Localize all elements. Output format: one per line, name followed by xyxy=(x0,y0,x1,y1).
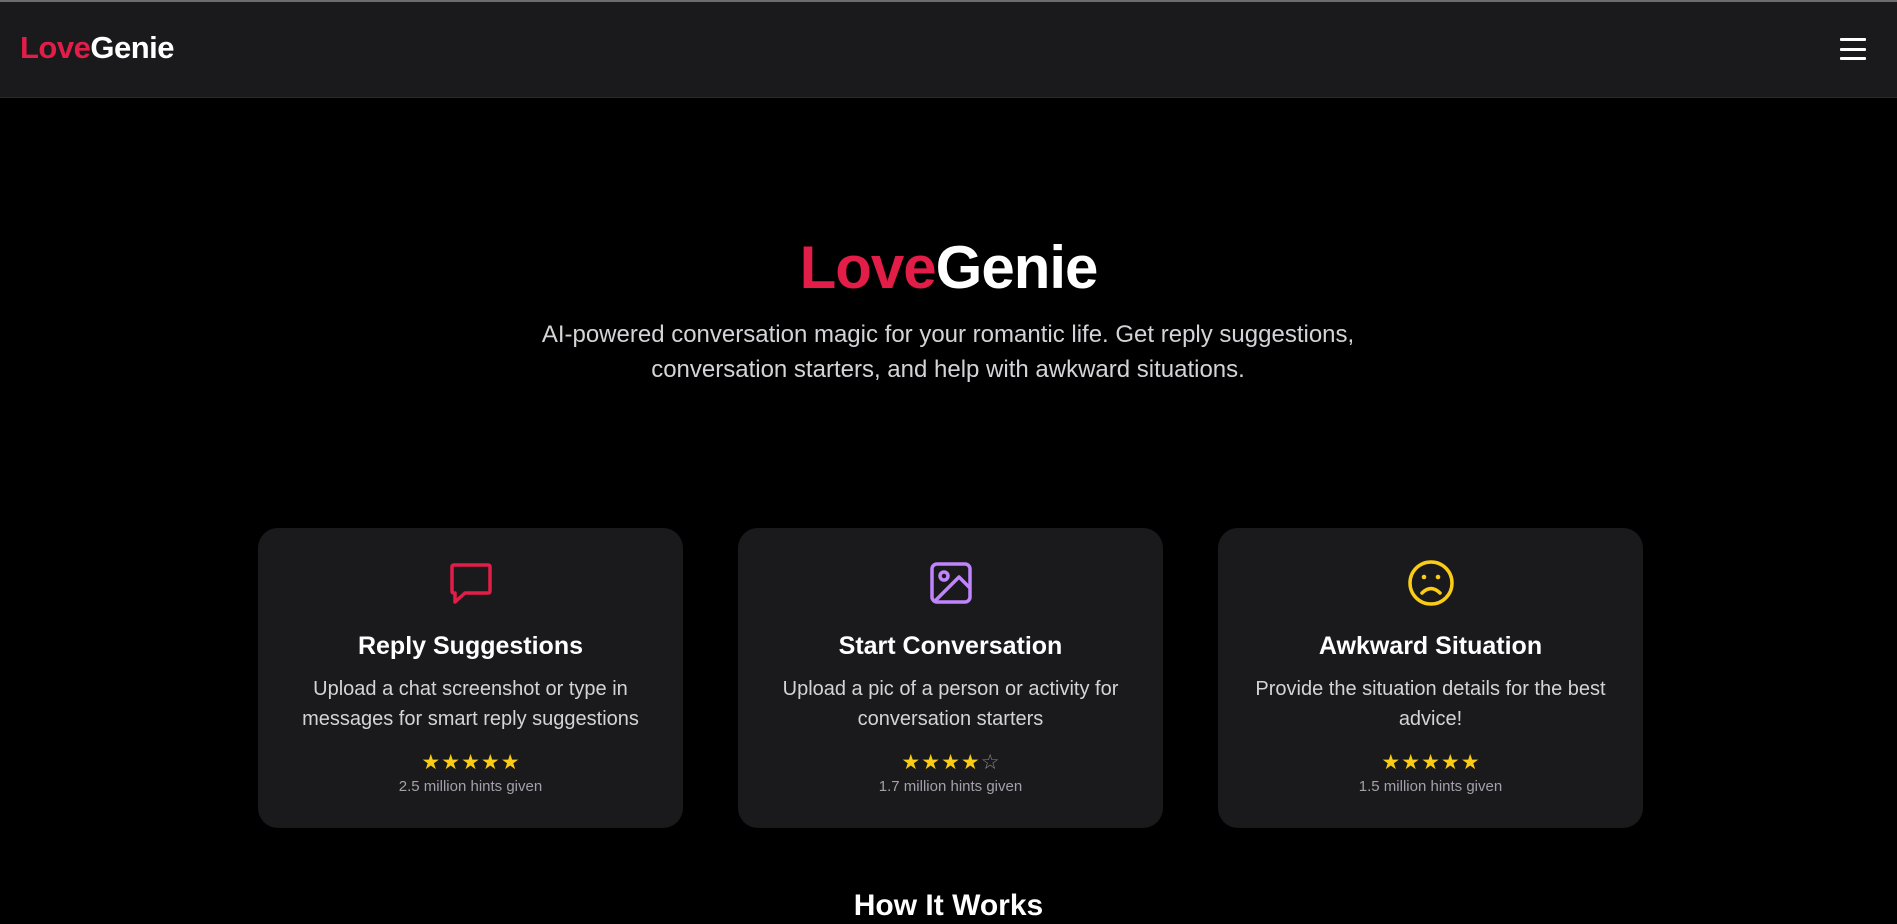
hints-count: 2.5 million hints given xyxy=(398,778,543,795)
star-rating: ★ ★ ★ ★ ★ xyxy=(1218,752,1643,774)
star-filled-icon: ★ xyxy=(1401,751,1421,774)
card-description: Upload a pic of a person or activity for… xyxy=(782,678,1119,730)
star-filled-icon: ★ xyxy=(441,751,461,774)
feature-card-reply-suggestions[interactable]: Reply Suggestions Upload a chat screensh… xyxy=(258,528,683,828)
star-filled-icon: ★ xyxy=(421,751,441,774)
hints-count: 1.5 million hints given xyxy=(1358,778,1503,795)
star-filled-icon: ★ xyxy=(960,751,980,774)
how-it-works-heading: How It Works xyxy=(853,889,1044,922)
card-title: Awkward Situation xyxy=(1318,632,1543,660)
star-filled-icon: ★ xyxy=(901,751,921,774)
hamburger-menu-icon[interactable] xyxy=(1838,34,1868,64)
star-filled-icon: ★ xyxy=(500,751,520,774)
star-filled-icon: ★ xyxy=(1381,751,1401,774)
star-filled-icon: ★ xyxy=(921,751,941,774)
hero-title-love: Love xyxy=(799,234,937,301)
navbar: LoveGenie xyxy=(0,2,1897,98)
star-filled-icon: ★ xyxy=(480,751,500,774)
star-filled-icon: ★ xyxy=(1460,751,1480,774)
star-rating: ★ ★ ★ ★ ☆ xyxy=(738,752,1163,774)
sad-face-icon xyxy=(1408,560,1454,606)
menu-line xyxy=(1840,38,1866,41)
image-icon xyxy=(930,562,972,604)
menu-line xyxy=(1840,47,1866,51)
star-empty-icon: ☆ xyxy=(980,751,1000,774)
hints-count: 1.7 million hints given xyxy=(878,778,1023,795)
logo[interactable]: LoveGenie xyxy=(20,30,175,66)
star-filled-icon: ★ xyxy=(1440,751,1460,774)
logo-genie: Genie xyxy=(90,30,175,65)
star-filled-icon: ★ xyxy=(941,751,960,774)
hero-subtitle: AI-powered conversation magic for your r… xyxy=(541,321,1355,383)
hero-title: LoveGenie xyxy=(0,232,1897,304)
card-title: Reply Suggestions xyxy=(357,632,584,660)
star-filled-icon: ★ xyxy=(1421,751,1440,774)
chat-bubble-icon xyxy=(450,563,492,604)
logo-love: Love xyxy=(20,30,91,65)
feature-card-awkward-situation[interactable]: Awkward Situation Provide the situation … xyxy=(1218,528,1643,828)
hero-title-genie: Genie xyxy=(935,234,1099,301)
star-filled-icon: ★ xyxy=(461,751,480,774)
card-description: Provide the situation details for the be… xyxy=(1255,678,1606,730)
star-rating: ★ ★ ★ ★ ★ xyxy=(258,752,683,774)
card-title: Start Conversation xyxy=(838,632,1063,660)
menu-line xyxy=(1840,57,1866,60)
card-description: Upload a chat screenshot or type in mess… xyxy=(302,678,639,730)
feature-card-start-conversation[interactable]: Start Conversation Upload a pic of a per… xyxy=(738,528,1163,828)
